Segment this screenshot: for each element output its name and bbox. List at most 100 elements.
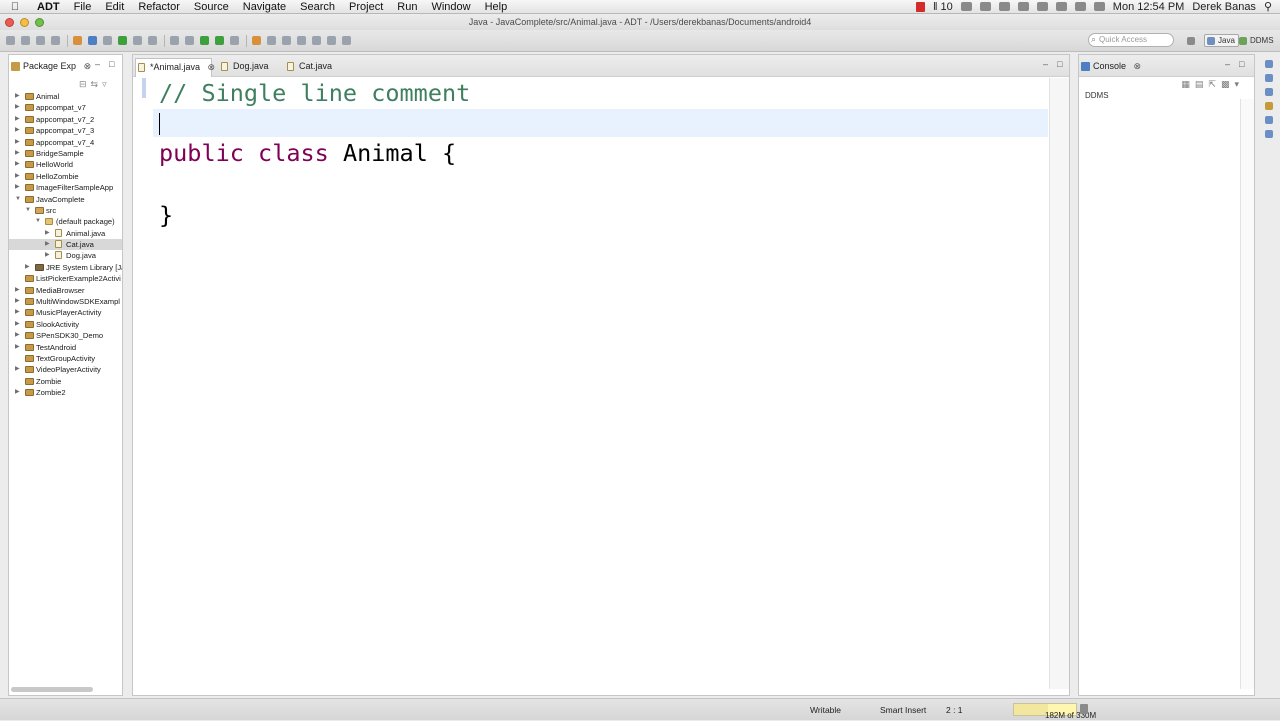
new-xml-icon[interactable] [148, 36, 157, 45]
menu-search[interactable]: Search [293, 1, 342, 13]
menu-window[interactable]: Window [424, 1, 477, 13]
open-type-icon[interactable] [267, 36, 276, 45]
chevron-right-icon[interactable]: ▶ [15, 330, 20, 341]
close-window-button[interactable] [5, 17, 14, 27]
chevron-right-icon[interactable]: ▶ [45, 239, 50, 250]
dropbox-icon[interactable] [998, 2, 1010, 11]
menubar-clock[interactable]: Mon 12:54 PM [1113, 1, 1185, 13]
minimize-view-button[interactable]: – [1043, 59, 1048, 69]
open-console-icon[interactable]: ▾ [1234, 79, 1244, 89]
task-list-icon[interactable] [1265, 88, 1273, 96]
chevron-right-icon[interactable]: ▶ [15, 137, 20, 148]
menu-file[interactable]: File [67, 1, 99, 13]
tree-row[interactable]: ▶ Zombie2 [9, 387, 122, 398]
minimize-view-button[interactable]: – [1225, 59, 1230, 69]
tree-row[interactable]: ▶ HelloZombie [9, 171, 122, 182]
link-with-editor-icon[interactable]: ⇆ [91, 79, 103, 89]
new-class-icon[interactable] [133, 36, 142, 45]
new-android-project-icon[interactable] [118, 36, 127, 45]
save-all-icon[interactable] [36, 36, 45, 45]
debug-icon[interactable] [185, 36, 194, 45]
wifi-icon[interactable] [1055, 2, 1067, 11]
tree-row[interactable]: ▶ HelloWorld [9, 159, 122, 170]
zoom-window-button[interactable] [35, 17, 44, 27]
hierarchy-icon[interactable] [1265, 116, 1273, 124]
properties-icon[interactable] [1265, 130, 1273, 138]
tasks-icon[interactable] [1265, 102, 1273, 110]
tree-row[interactable]: ▶ MultiWindowSDKExampl [9, 296, 122, 307]
menu-run[interactable]: Run [390, 1, 424, 13]
maximize-view-button[interactable]: □ [1057, 59, 1062, 69]
restore-icon[interactable] [1265, 60, 1273, 68]
view-menu-icon[interactable]: ▿ [102, 79, 111, 89]
tree-row[interactable]: ▶ Dog.java [9, 250, 122, 261]
app-menu[interactable]: ADT [30, 1, 67, 13]
chevron-right-icon[interactable]: ▶ [15, 159, 20, 170]
tab-cat-java[interactable]: Cat.java [285, 58, 332, 75]
android-sdk-icon[interactable] [73, 36, 82, 45]
chevron-right-icon[interactable]: ▶ [15, 296, 20, 307]
cloud-icon[interactable] [979, 2, 991, 11]
horizontal-scrollbar[interactable] [11, 687, 93, 692]
tree-row[interactable]: TextGroupActivity [9, 353, 122, 364]
tree-row[interactable]: ListPickerExample2Activi [9, 273, 122, 284]
tree-row[interactable]: ▶ BridgeSample [9, 148, 122, 159]
close-tab-icon[interactable]: ⊗ [208, 62, 216, 72]
tree-row[interactable]: ▶ SPenSDK30_Demo [9, 330, 122, 341]
tree-row[interactable]: ▼ JavaComplete [9, 194, 122, 205]
tab-animal-java[interactable]: *Animal.java ⊗ [135, 58, 215, 77]
pin-console-icon[interactable]: ⇱ [1208, 79, 1221, 89]
perspective-java-button[interactable]: Java [1204, 34, 1239, 47]
chevron-right-icon[interactable]: ▶ [15, 102, 20, 113]
scroll-lock-icon[interactable]: ▤ [1195, 79, 1209, 89]
build-icon[interactable] [170, 36, 179, 45]
avd-manager-icon[interactable] [88, 36, 97, 45]
new-package-icon[interactable] [252, 36, 261, 45]
clear-console-icon[interactable]: ▦ [1181, 79, 1195, 89]
chevron-right-icon[interactable]: ▶ [15, 182, 20, 193]
tree-row[interactable]: Zombie [9, 376, 122, 387]
chevron-right-icon[interactable]: ▶ [45, 250, 50, 261]
tree-row[interactable]: ▶ Animal.java [9, 228, 122, 239]
maximize-view-button[interactable]: □ [109, 59, 114, 69]
chevron-right-icon[interactable]: ▶ [15, 91, 20, 102]
tree-row[interactable]: ▼ (default package) [9, 216, 122, 227]
tree-row[interactable]: ▶ appcompat_v7_4 [9, 137, 122, 148]
back-icon[interactable] [327, 36, 336, 45]
display-icon[interactable] [1093, 2, 1105, 11]
menu-refactor[interactable]: Refactor [131, 1, 187, 13]
external-tools-icon[interactable] [230, 36, 239, 45]
console-scrollbar[interactable] [1240, 99, 1254, 689]
collapse-all-icon[interactable]: ⊟ [79, 79, 91, 89]
outline-icon[interactable] [1265, 74, 1273, 82]
close-tab-icon[interactable]: ⊗ [1134, 61, 1142, 71]
forward-icon[interactable] [342, 36, 351, 45]
chevron-right-icon[interactable]: ▶ [25, 262, 30, 273]
print-icon[interactable] [51, 36, 60, 45]
code-area[interactable]: // Single line comment public class Anim… [153, 78, 1048, 689]
open-perspective-icon[interactable] [1184, 34, 1195, 47]
minimize-view-button[interactable]: – [95, 59, 100, 69]
tree-row[interactable]: ▶ appcompat_v7 [9, 102, 122, 113]
chevron-down-icon[interactable]: ▼ [25, 205, 31, 216]
editor-overview-ruler[interactable] [1049, 78, 1069, 689]
tree-row[interactable]: ▶ MediaBrowser [9, 285, 122, 296]
chevron-right-icon[interactable]: ▶ [15, 285, 20, 296]
chevron-right-icon[interactable]: ▶ [15, 171, 20, 182]
tree-row[interactable]: ▶ Animal [9, 91, 122, 102]
tree-row[interactable]: ▶ ImageFilterSampleApp [9, 182, 122, 193]
quick-access-input[interactable]: Quick Access [1088, 33, 1174, 47]
tree-row[interactable]: ▶ MusicPlayerActivity [9, 307, 122, 318]
menu-project[interactable]: Project [342, 1, 390, 13]
editor-gutter[interactable] [136, 78, 150, 689]
garbage-collect-icon[interactable] [1080, 704, 1088, 714]
tree-row[interactable]: ▶ appcompat_v7_3 [9, 125, 122, 136]
bluetooth-icon[interactable] [1036, 2, 1048, 11]
time-machine-icon[interactable] [1017, 2, 1029, 11]
close-tab-icon[interactable]: ⊗ [84, 61, 92, 71]
run-icon[interactable] [200, 36, 209, 45]
tree-row[interactable]: ▼ src [9, 205, 122, 216]
tab-console[interactable]: Console ⊗ [1079, 58, 1147, 75]
save-icon[interactable] [21, 36, 30, 45]
apple-menu-icon[interactable]:  [0, 1, 30, 13]
